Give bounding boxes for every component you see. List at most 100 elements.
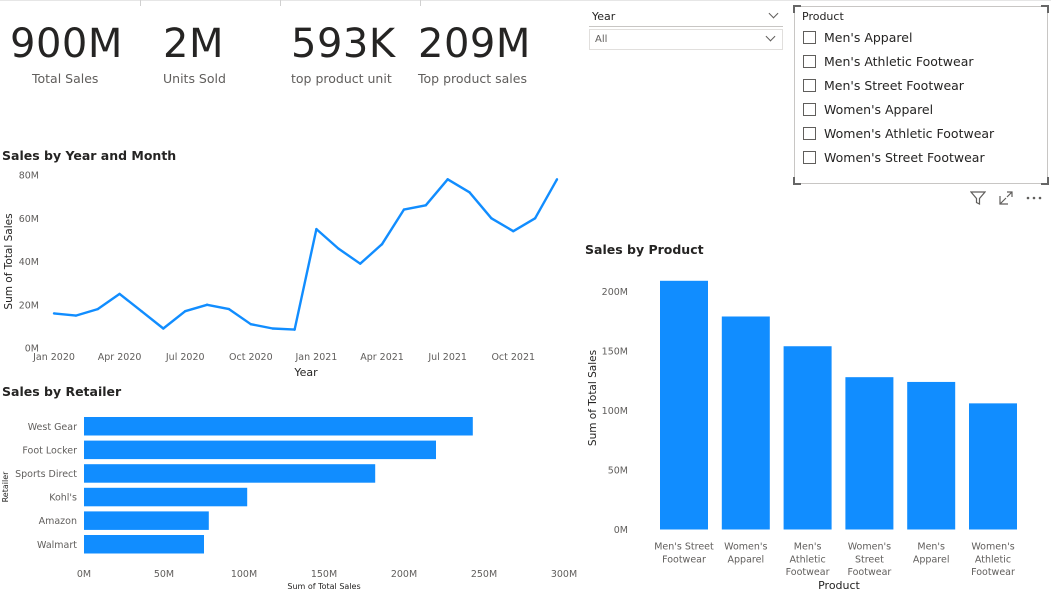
slicer-item-mens-apparel[interactable]: Men's Apparel	[803, 25, 1043, 49]
line-chart-sales-by-year-month[interactable]: Sales by Year and Month 0M 20M 40M 60M 80M Ja…	[0, 145, 580, 385]
year-slicer: Year All	[589, 6, 783, 50]
x-tick-label: Oct 2020	[229, 352, 273, 363]
y-tick-label: Kohl's	[49, 493, 77, 504]
y-tick-label: 0M	[614, 525, 628, 536]
chevron-down-icon[interactable]	[765, 31, 776, 42]
bar-chart-sales-by-retailer[interactable]: Sales by Retailer West Gear Foot Locker Sp…	[0, 382, 585, 594]
data-point[interactable]	[380, 243, 384, 246]
bar[interactable]	[969, 403, 1017, 530]
bar[interactable]	[783, 346, 832, 530]
year-slicer-header[interactable]: Year	[589, 6, 783, 27]
chevron-down-icon[interactable]	[768, 8, 779, 19]
y-tick-label: 80M	[19, 171, 39, 182]
data-point[interactable]	[74, 314, 78, 317]
data-point[interactable]	[96, 307, 99, 311]
slicer-item-womens-athletic-footwear[interactable]: Women's Athletic Footwear	[803, 121, 1043, 145]
data-point[interactable]	[424, 204, 427, 207]
slicer-item-label: Men's Apparel	[824, 29, 913, 45]
checkbox[interactable]	[803, 150, 816, 164]
slicer-item-mens-athletic-footwear[interactable]: Men's Athletic Footwear	[803, 49, 1043, 73]
data-point[interactable]	[118, 292, 121, 296]
slicer-item-label: Women's Apparel	[824, 101, 934, 117]
x-tick-label: Men's Street Footwear	[654, 542, 714, 566]
y-tick-label: 20M	[19, 300, 39, 311]
data-point[interactable]	[446, 178, 449, 181]
x-tick-label: Jan 2020	[32, 352, 75, 363]
resize-handle[interactable]	[793, 5, 801, 13]
series-line-total-sales[interactable]	[53, 178, 559, 331]
slicer-item-womens-apparel[interactable]: Women's Apparel	[803, 97, 1043, 121]
data-point[interactable]	[227, 307, 231, 311]
data-point[interactable]	[271, 327, 274, 330]
resize-handle[interactable]	[1041, 177, 1049, 185]
data-point[interactable]	[490, 217, 493, 220]
retailer-chart-svg: West Gear Foot Locker Sports Direct Kohl's A…	[1, 417, 577, 591]
more-options-icon[interactable]	[1025, 190, 1043, 206]
data-point[interactable]	[293, 328, 296, 331]
checkbox[interactable]	[803, 30, 816, 44]
y-tick-label: 150M	[602, 347, 628, 358]
x-tick-label: 250M	[471, 569, 497, 580]
kpi-value: 209M	[418, 21, 531, 67]
data-point[interactable]	[205, 303, 209, 306]
x-tick-label: Apr 2020	[98, 352, 142, 363]
checkbox[interactable]	[803, 78, 816, 92]
slicer-item-mens-street-footwear[interactable]: Men's Street Footwear	[803, 73, 1043, 97]
slicer-item-label: Men's Athletic Footwear	[824, 53, 974, 69]
x-tick-label: 300M	[551, 569, 577, 580]
x-axis-title: Product	[818, 579, 860, 592]
data-point[interactable]	[512, 230, 515, 233]
year-slicer-title: Year	[592, 10, 616, 23]
bar[interactable]	[845, 377, 894, 530]
slicer-item-womens-street-footwear[interactable]: Women's Street Footwear	[803, 145, 1043, 169]
bar[interactable]	[84, 440, 436, 460]
product-slicer-title: Product	[802, 10, 844, 23]
data-point[interactable]	[162, 327, 165, 330]
kpi-label: Units Sold	[163, 71, 226, 86]
checkbox[interactable]	[803, 102, 816, 116]
data-point[interactable]	[402, 208, 406, 211]
bar[interactable]	[907, 381, 956, 530]
kpi-card-total-sales[interactable]: 900M Total Sales	[10, 24, 130, 86]
line-chart-svg: 0M20M40M60M80MJan 2020 Apr 2020 Jul 2020 Oc…	[3, 171, 559, 379]
bar[interactable]	[84, 535, 204, 554]
data-point[interactable]	[140, 310, 143, 313]
x-tick-label: 50M	[154, 569, 174, 580]
kpi-card-top-product-unit[interactable]: 593K top product unit	[291, 24, 411, 86]
bar[interactable]	[721, 316, 770, 530]
data-point[interactable]	[184, 310, 187, 313]
x-tick-label: Men's Apparel	[913, 542, 950, 566]
data-point[interactable]	[468, 191, 471, 194]
x-tick-label: Women's Street Footwear	[847, 542, 891, 579]
year-dropdown[interactable]: All	[589, 29, 783, 50]
bar[interactable]	[660, 280, 708, 530]
data-point[interactable]	[358, 262, 362, 265]
data-point[interactable]	[249, 323, 253, 326]
kpi-label: Top product sales	[418, 71, 527, 86]
checkbox[interactable]	[803, 126, 816, 140]
data-point[interactable]	[52, 312, 56, 315]
x-tick-label: 100M	[231, 569, 257, 580]
resize-handle[interactable]	[793, 177, 801, 185]
bar[interactable]	[84, 511, 209, 530]
data-point[interactable]	[533, 217, 537, 220]
data-point[interactable]	[337, 247, 340, 250]
x-tick-label: Jul 2021	[427, 352, 467, 363]
data-point[interactable]	[315, 227, 318, 231]
kpi-card-units-sold[interactable]: 2M Units Sold	[163, 24, 263, 86]
bar[interactable]	[84, 417, 473, 436]
checkbox[interactable]	[803, 54, 816, 68]
bar-chart-sales-by-product[interactable]: Sales by Product 0M 50M 100M 150M 200M Men's …	[580, 238, 1050, 594]
data-point[interactable]	[555, 178, 559, 181]
bar[interactable]	[84, 487, 248, 507]
kpi-card-top-product-sales[interactable]: 209M Top product sales	[418, 24, 548, 86]
kpi-value: 2M	[163, 21, 224, 67]
y-tick-label: Sports Direct	[15, 469, 77, 480]
x-tick-label: Women's Apparel	[724, 542, 767, 566]
y-tick-label: 50M	[608, 466, 628, 477]
bar[interactable]	[84, 464, 376, 483]
filter-icon[interactable]	[970, 190, 986, 206]
focus-mode-icon[interactable]	[998, 190, 1014, 206]
kpi-label: top product unit	[291, 71, 392, 86]
resize-handle[interactable]	[1041, 5, 1049, 13]
